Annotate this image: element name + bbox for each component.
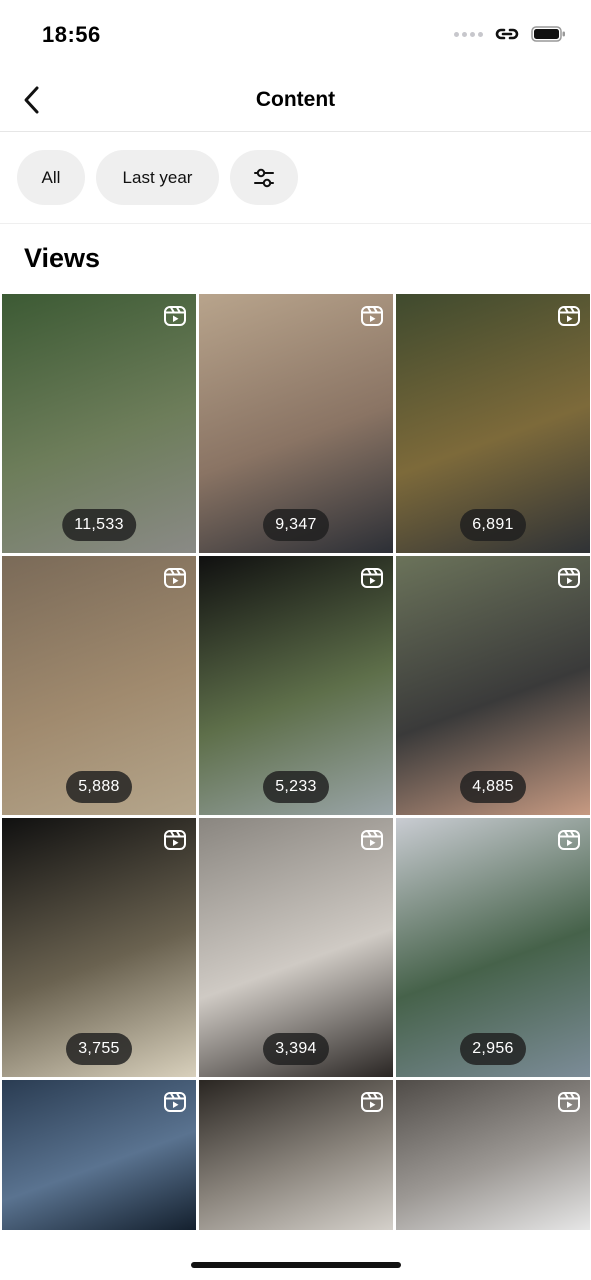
filter-row: All Last year [0, 132, 591, 224]
reel-icon [360, 566, 384, 590]
link-icon [495, 28, 519, 40]
reel-icon [557, 1090, 581, 1114]
view-count-badge: 4,885 [460, 771, 526, 803]
filter-chip-all[interactable]: All [17, 150, 85, 205]
signal-icon [454, 31, 483, 37]
reel-tile-officer-garage[interactable]: 9,347 [199, 294, 393, 553]
view-count-badge: 6,891 [460, 509, 526, 541]
reel-tile-wolf-closeup[interactable]: 3,394 [199, 818, 393, 1077]
reel-icon [557, 304, 581, 328]
nav-bar: Content [0, 70, 591, 132]
reel-icon [163, 304, 187, 328]
view-count-badge: 11,533 [62, 509, 136, 541]
reel-icon [360, 304, 384, 328]
view-count-badge: 3,394 [263, 1033, 329, 1065]
filter-chip-period[interactable]: Last year [96, 150, 219, 205]
battery-icon [531, 26, 565, 42]
view-count-badge: 9,347 [263, 509, 329, 541]
reel-tile-wolves-deck[interactable]: 5,888 [2, 556, 196, 815]
home-indicator [191, 1262, 401, 1268]
page-title: Content [255, 88, 336, 111]
reel-tile-river-bear[interactable]: 2,956 [396, 818, 590, 1077]
filter-chip-all-label: All [41, 167, 61, 187]
reel-icon [163, 566, 187, 590]
reel-tile-wolf-stream[interactable]: 6,891 [396, 294, 590, 553]
reel-icon [360, 1090, 384, 1114]
reel-icon [360, 828, 384, 852]
status-time: 18:56 [42, 22, 101, 47]
filter-chip-period-label: Last year [122, 167, 193, 187]
reel-tile-wolf-fence[interactable]: 5,233 [199, 556, 393, 815]
status-icons [454, 24, 567, 44]
reel-tile-white-wolf-forest[interactable]: 3,755 [2, 818, 196, 1077]
reel-tile-wolf-selfie[interactable]: 4,885 [396, 556, 590, 815]
view-count-badge: 2,956 [460, 1033, 526, 1065]
sliders-icon [254, 168, 274, 187]
filter-settings-button[interactable] [230, 150, 298, 205]
view-count-badge: 5,233 [263, 771, 329, 803]
reel-icon [557, 828, 581, 852]
reel-tile-white-wolves[interactable] [199, 1080, 393, 1230]
status-bar: 18:56 [0, 0, 591, 70]
reel-tile-wolf-snarl[interactable] [2, 1080, 196, 1230]
section-title: Views [24, 243, 101, 273]
reel-icon [163, 828, 187, 852]
reel-icon [163, 1090, 187, 1114]
view-count-badge: 3,755 [66, 1033, 132, 1065]
reel-icon [557, 566, 581, 590]
view-count-badge: 5,888 [66, 771, 132, 803]
reel-tile-wolf-snow[interactable] [396, 1080, 590, 1230]
reel-tile-forest-road[interactable]: 11,533 [2, 294, 196, 553]
